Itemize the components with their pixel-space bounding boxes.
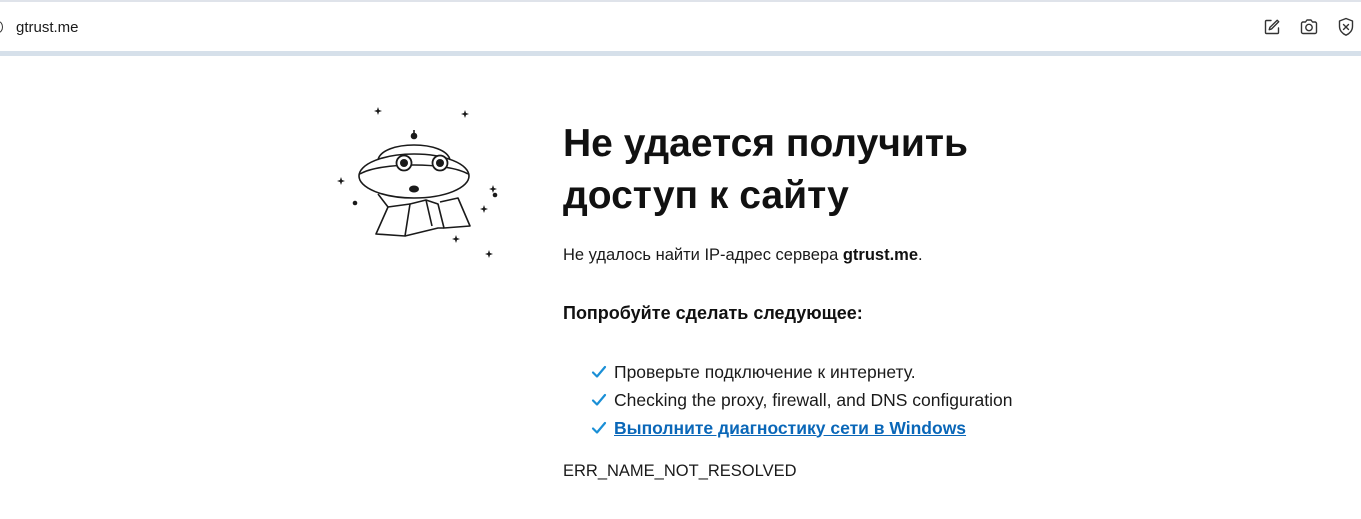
suggestions-list: Проверьте подключение к интернету. Check… (590, 358, 1012, 442)
suggestion-check-proxy: Checking the proxy, firewall, and DNS co… (614, 389, 1013, 410)
subtitle-period: . (918, 246, 923, 264)
address-url[interactable]: gtrust.me (16, 19, 79, 36)
subtitle-text: Не удалось найти IP-адрес сервера (563, 246, 843, 264)
camera-icon[interactable] (1298, 16, 1320, 38)
error-code: ERR_NAME_NOT_RESOLVED (563, 462, 797, 480)
error-title: Не удается получить доступ к сайту (563, 122, 968, 217)
site-info-icon[interactable] (0, 21, 3, 33)
shield-icon[interactable] (1335, 16, 1357, 38)
checkmark-icon (590, 391, 608, 409)
checkmark-icon (590, 363, 608, 381)
checkmark-icon (590, 419, 608, 437)
server-host: gtrust.me (842, 246, 919, 264)
ufo-alien-illustration (330, 100, 510, 270)
address-bar: gtrust.me (0, 2, 1361, 51)
edit-icon[interactable] (1261, 16, 1283, 38)
network-diagnostics-link[interactable]: Выполните диагностику сети в Windows (614, 418, 966, 439)
suggestions-heading: Попробуйте сделать следующее: (563, 303, 863, 323)
suggestion-check-connection: Проверьте подключение к интернету. (614, 361, 916, 382)
list-item: Проверьте подключение к интернету. (590, 358, 1012, 386)
list-item: Checking the proxy, firewall, and DNS co… (590, 386, 1012, 414)
list-item: Выполните диагностику сети в Windows (590, 414, 1012, 442)
address-bar-divider (0, 51, 1361, 56)
error-subtitle: Не удалось найти IP-адрес сервера gtrust… (563, 246, 923, 265)
